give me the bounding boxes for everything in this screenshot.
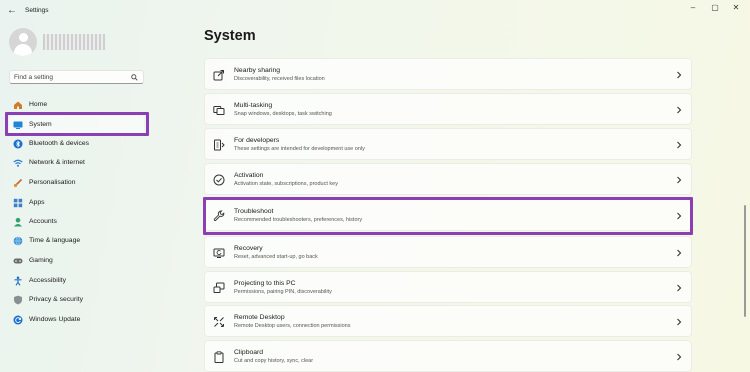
brush-icon bbox=[13, 178, 23, 188]
card-title: For developers bbox=[234, 137, 280, 144]
search-icon[interactable] bbox=[131, 74, 138, 81]
card-title: Recovery bbox=[234, 245, 263, 252]
chevron-right-icon bbox=[677, 71, 682, 79]
multitasking-icon bbox=[213, 106, 225, 115]
card-title: Nearby sharing bbox=[234, 67, 281, 74]
bluetooth-icon bbox=[13, 139, 23, 149]
title-bar: ← Settings – ▢ ✕ bbox=[0, 0, 750, 24]
recovery-icon bbox=[213, 248, 225, 258]
chevron-right-icon bbox=[677, 353, 682, 361]
sidebar-item-accessibility[interactable]: Accessibility bbox=[9, 272, 144, 290]
avatar-head bbox=[19, 33, 28, 42]
sidebar-item-label: Personalisation bbox=[29, 179, 76, 186]
sidebar-item-label: Privacy & security bbox=[29, 296, 84, 303]
sidebar-item-accounts[interactable]: Accounts bbox=[9, 213, 144, 231]
sidebar-item-network[interactable]: Network & internet bbox=[9, 154, 144, 172]
shield-icon bbox=[14, 295, 22, 305]
gaming-icon bbox=[13, 258, 23, 264]
maximize-button[interactable]: ▢ bbox=[708, 2, 722, 14]
avatar-body bbox=[14, 44, 32, 56]
close-button[interactable]: ✕ bbox=[729, 2, 743, 14]
sidebar-item-label: Accounts bbox=[29, 218, 57, 225]
chevron-right-icon bbox=[677, 284, 682, 292]
back-arrow-icon[interactable]: ← bbox=[7, 5, 19, 17]
card-title: Clipboard bbox=[234, 349, 264, 356]
sidebar-item-label: Apps bbox=[29, 199, 45, 206]
sidebar-item-label: Gaming bbox=[29, 257, 53, 264]
card-subtitle: Permissions, pairing PIN, discoverabilit… bbox=[234, 289, 332, 295]
card-title: Remote Desktop bbox=[234, 314, 285, 321]
card-subtitle: These settings are intended for developm… bbox=[234, 146, 365, 152]
globe-icon bbox=[13, 236, 23, 246]
card-subtitle: Activation state, subscriptions, product… bbox=[234, 181, 338, 187]
wifi-icon bbox=[13, 159, 23, 167]
developer-icon bbox=[214, 139, 225, 151]
sidebar-item-bluetooth[interactable]: Bluetooth & devices bbox=[9, 135, 144, 153]
search-input[interactable]: Find a setting bbox=[9, 70, 144, 84]
avatar[interactable] bbox=[9, 28, 37, 56]
card-projecting-to-this-pc[interactable]: Projecting to this PC Permissions, pairi… bbox=[204, 271, 692, 303]
sidebar-item-apps[interactable]: Apps bbox=[9, 194, 144, 212]
card-clipboard[interactable]: Clipboard Cut and copy history, sync, cl… bbox=[204, 340, 692, 372]
chevron-right-icon bbox=[677, 318, 682, 326]
card-subtitle: Remote Desktop users, connection permiss… bbox=[234, 323, 351, 329]
page-title: System bbox=[204, 28, 256, 44]
sidebar-item-label: Bluetooth & devices bbox=[29, 140, 90, 147]
sidebar-item-label: Home bbox=[29, 101, 48, 108]
blurred-username bbox=[43, 34, 105, 50]
sidebar-item-windows-update[interactable]: Windows Update bbox=[9, 311, 144, 329]
sidebar-item-label: Windows Update bbox=[29, 316, 81, 323]
sidebar-item-label: Accessibility bbox=[29, 277, 67, 284]
card-activation[interactable]: Activation Activation state, subscriptio… bbox=[204, 163, 692, 195]
system-highlight-frame bbox=[5, 112, 149, 136]
sidebar-item-personalisation[interactable]: Personalisation bbox=[9, 174, 144, 192]
minimize-button[interactable]: – bbox=[686, 2, 700, 14]
clipboard-icon bbox=[214, 351, 224, 363]
card-subtitle: Cut and copy history, sync, clear bbox=[234, 358, 314, 364]
sidebar-item-label: Time & language bbox=[29, 237, 81, 244]
card-nearby-sharing[interactable]: Nearby sharing Discoverability, received… bbox=[204, 58, 692, 90]
share-icon bbox=[213, 70, 224, 81]
card-recovery[interactable]: Recovery Reset, advanced start-up, go ba… bbox=[204, 236, 692, 268]
card-multi-tasking[interactable]: Multi-tasking Snap windows, desktops, ta… bbox=[204, 93, 692, 125]
card-subtitle: Discoverability, received files location bbox=[234, 76, 325, 82]
apps-icon bbox=[13, 198, 23, 208]
card-subtitle: Snap windows, desktops, task switching bbox=[234, 111, 332, 117]
projecting-icon bbox=[213, 282, 225, 293]
accessibility-icon bbox=[14, 276, 22, 286]
sidebar-item-time-language[interactable]: Time & language bbox=[9, 232, 144, 250]
home-icon bbox=[14, 101, 22, 109]
troubleshoot-highlight-frame bbox=[203, 197, 693, 235]
card-title: Activation bbox=[234, 172, 264, 179]
card-for-developers[interactable]: For developers These settings are intend… bbox=[204, 128, 692, 160]
chevron-right-icon bbox=[677, 141, 682, 149]
search-placeholder: Find a setting bbox=[14, 74, 54, 81]
chevron-right-icon bbox=[677, 176, 682, 184]
scrollbar[interactable] bbox=[744, 205, 746, 317]
chevron-right-icon bbox=[677, 249, 682, 257]
card-title: Projecting to this PC bbox=[234, 280, 296, 287]
card-subtitle: Reset, advanced start-up, go back bbox=[234, 254, 318, 260]
accounts-icon bbox=[14, 217, 22, 227]
sidebar-item-privacy-security[interactable]: Privacy & security bbox=[9, 291, 144, 309]
card-remote-desktop[interactable]: Remote Desktop Remote Desktop users, con… bbox=[204, 305, 692, 337]
card-title: Multi-tasking bbox=[234, 102, 273, 109]
update-icon bbox=[13, 315, 23, 325]
remote-desktop-icon bbox=[214, 317, 224, 327]
sidebar-item-label: Network & internet bbox=[29, 159, 85, 166]
chevron-right-icon bbox=[677, 106, 682, 114]
activation-icon bbox=[213, 174, 225, 186]
app-title: Settings bbox=[25, 7, 49, 14]
sidebar-item-gaming[interactable]: Gaming bbox=[9, 252, 144, 270]
